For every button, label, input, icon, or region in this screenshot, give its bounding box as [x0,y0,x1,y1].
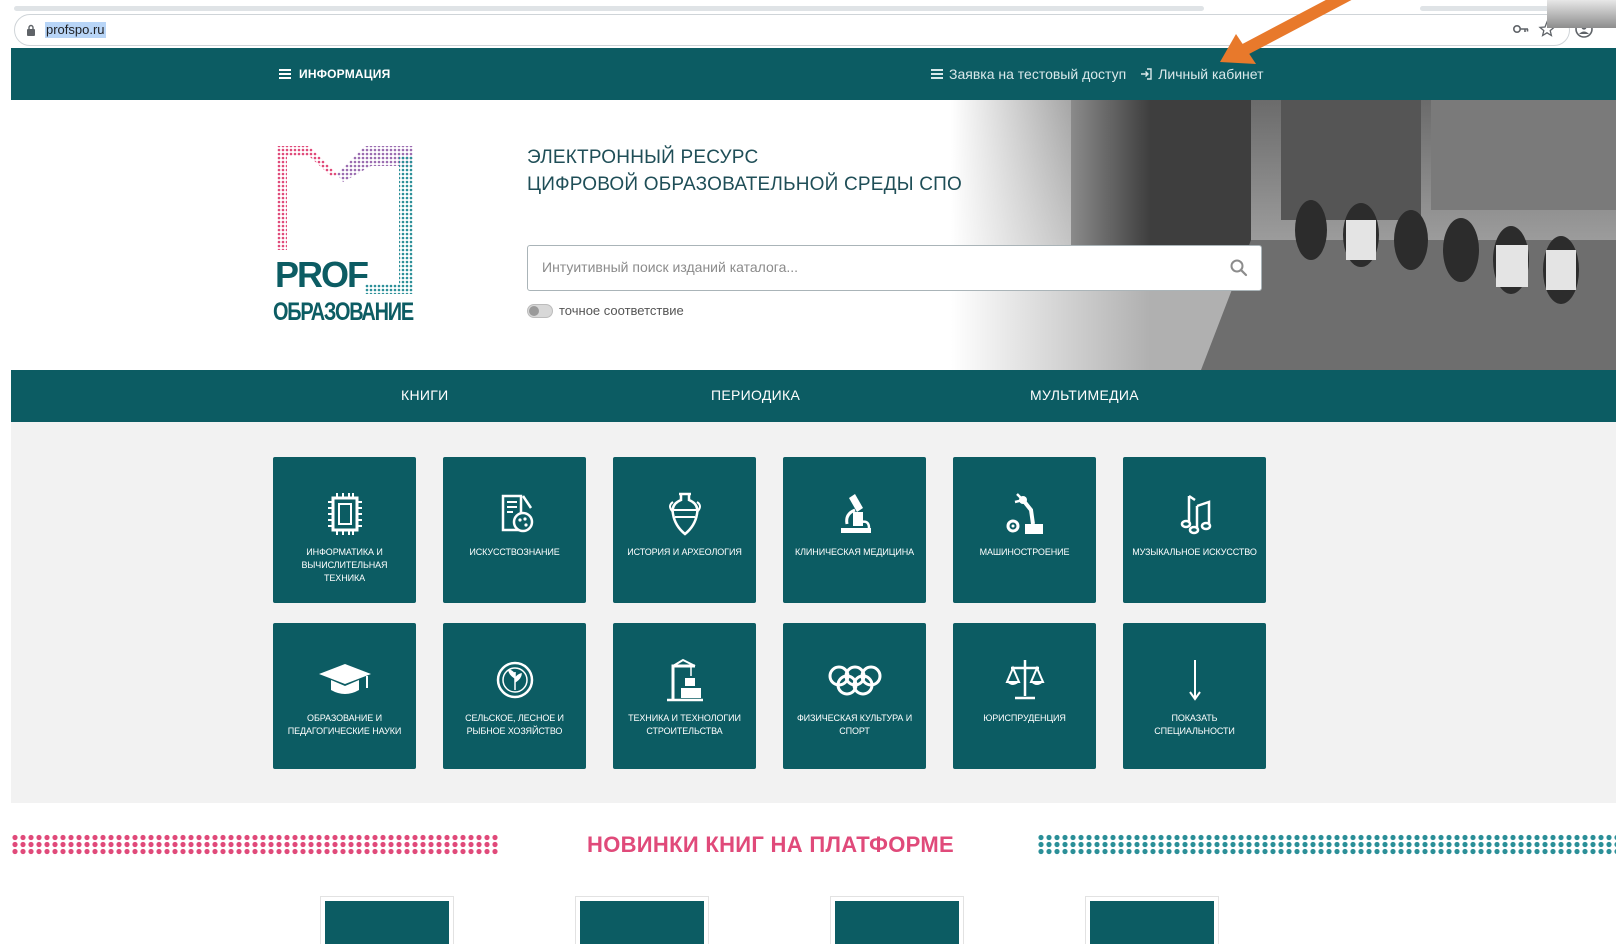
tab-strip-right [1420,6,1560,11]
hamburger-icon [931,69,943,79]
prof-obrazovanie-logo: PROF ОБРАЗОВАНИЕ [273,146,415,324]
students-photo [951,100,1616,370]
olympic-rings-icon [828,665,881,696]
annotation-arrow [1220,0,1352,64]
category-label: МУЗЫКАЛЬНОЕ ИСКУССТВО [1132,547,1257,557]
category-label: ОБРАЗОВАНИЕ И ПЕДАГОГИЧЕСКИЕ НАУКИ [287,713,402,736]
category-construction[interactable]: ТЕХНИКА И ТЕХНОЛОГИИ СТРОИТЕЛЬСТВА [613,623,756,769]
category-label: ИНФОРМАТИКА И ВЫЧИСЛИТЕЛЬНАЯ ТЕХНИКА [301,547,388,583]
hero-title-line2: ЦИФРОВОЙ ОБРАЗОВАТЕЛЬНОЙ СРЕДЫ СПО [527,174,962,195]
catalog-search-box [527,245,1262,291]
book-card[interactable] [575,896,709,944]
screenshot-root: { "browser": { "url": "profspo.ru" }, "t… [0,0,1616,944]
info-menu-label: ИНФОРМАЦИЯ [299,67,391,81]
category-sport[interactable]: ФИЗИЧЕСКАЯ КУЛЬТУРА И СПОРТ [783,623,926,769]
search-icon[interactable] [1229,258,1249,278]
palette-book-icon [501,494,533,533]
tab-books[interactable]: КНИГИ [401,387,448,403]
exact-match-toggle[interactable] [527,304,553,318]
lock-icon [27,24,35,36]
tab-multimedia[interactable]: МУЛЬТИМЕДИА [1030,387,1139,403]
category-art-studies[interactable]: ИСКУССТВОЗНАНИЕ [443,457,586,603]
arrow-down-icon [1188,660,1201,701]
amphora-icon [668,492,701,536]
section-tabs-bar: КНИГИ ПЕРИОДИКА МУЛЬТИМЕДИА [11,370,1616,422]
category-education[interactable]: ОБРАЗОВАНИЕ И ПЕДАГОГИЧЕСКИЕ НАУКИ [273,623,416,769]
sign-in-icon [1141,68,1152,80]
category-label: ТЕХНИКА И ТЕХНОЛОГИИ СТРОИТЕЛЬСТВА [628,713,741,736]
category-label: ЮРИСПРУДЕНЦИЯ [983,713,1066,723]
book-cover [1090,901,1214,944]
toggle-knob [529,306,539,316]
category-agriculture[interactable]: СЕЛЬСКОЕ, ЛЕСНОЕ И РЫБНОЕ ХОЗЯЙСТВО [443,623,586,769]
decorative-dots-left [11,834,499,856]
hamburger-icon [279,69,291,79]
tab-strip [14,6,1204,11]
microscope-icon [840,494,871,533]
hero-section: PROF ОБРАЗОВАНИЕ ЭЛЕКТРОННЫЙ РЕСУРС ЦИФР… [11,100,1616,370]
book-card[interactable] [830,896,964,944]
category-informatics[interactable]: ИНФОРМАТИКА И ВЫЧИСЛИТЕЛЬНАЯ ТЕХНИКА [273,457,416,603]
info-menu-button[interactable]: ИНФОРМАЦИЯ [279,67,390,81]
book-card[interactable] [1085,896,1219,944]
screenshot-thumbnail [1547,0,1616,28]
crane-icon [666,658,703,702]
exact-match-label: точное соответствие [559,303,684,318]
robot-arm-icon [1006,493,1043,534]
trial-access-label: Заявка на тестовый доступ [949,66,1127,82]
book-cover [325,901,449,944]
browser-toolbar: profspo.ru [0,0,1616,48]
book-cover [580,901,704,944]
book-card[interactable] [320,896,454,944]
category-label: ИСКУССТВОЗНАНИЕ [469,547,560,557]
category-mechanical-engineering[interactable]: МАШИНОСТРОЕНИЕ [953,457,1096,603]
logo-text-obrazovanie: ОБРАЗОВАНИЕ [273,298,414,324]
hero-title-line1: ЭЛЕКТРОННЫЙ РЕСУРС [527,147,759,168]
url-text[interactable]: profspo.ru [45,22,106,38]
category-label: ФИЗИЧЕСКАЯ КУЛЬТУРА И СПОРТ [796,713,913,736]
category-music[interactable]: МУЗЫКАЛЬНОЕ ИСКУССТВО [1123,457,1266,603]
category-clinical-medicine[interactable]: КЛИНИЧЕСКАЯ МЕДИЦИНА [783,457,926,603]
catalog-search-input[interactable] [542,259,1222,275]
category-label: ПОКАЗАТЬ СПЕЦИАЛЬНОСТИ [1154,713,1235,736]
category-label: КЛИНИЧЕСКАЯ МЕДИЦИНА [794,547,915,557]
category-label: ИСТОРИЯ И АРХЕОЛОГИЯ [627,547,742,557]
category-label: СЕЛЬСКОЕ, ЛЕСНОЕ И РЫБНОЕ ХОЗЯЙСТВО [465,713,564,736]
music-notes-icon [1180,494,1211,535]
key-icon[interactable] [1512,20,1530,38]
top-navbar: ИНФОРМАЦИЯ Заявка на тестовый доступ Лич… [11,48,1616,100]
decorative-dots-right [1037,834,1616,856]
scales-icon [1004,660,1045,700]
chip-icon [327,493,362,535]
book-cover [835,901,959,944]
logo-text-prof: PROF [275,254,368,295]
category-history[interactable]: ИСТОРИЯ И АРХЕОЛОГИЯ [613,457,756,603]
trial-access-link[interactable]: Заявка на тестовый доступ [931,66,1126,82]
graduation-cap-icon [318,664,371,694]
categories-grid: ИНФОРМАТИКА И ВЫЧИСЛИТЕЛЬНАЯ ТЕХНИКА ИСК… [11,422,1616,803]
hero-title: ЭЛЕКТРОННЫЙ РЕСУРС ЦИФРОВОЙ ОБРАЗОВАТЕЛЬ… [527,144,962,198]
category-law[interactable]: ЮРИСПРУДЕНЦИЯ [953,623,1096,769]
show-specialties-button[interactable]: ПОКАЗАТЬ СПЕЦИАЛЬНОСТИ [1123,623,1266,769]
new-books-title: НОВИНКИ КНИГ НА ПЛАТФОРМЕ [587,832,954,857]
category-label: МАШИНОСТРОЕНИЕ [979,547,1070,557]
tab-periodicals[interactable]: ПЕРИОДИКА [711,387,800,403]
leaf-emblem-icon [496,661,533,699]
